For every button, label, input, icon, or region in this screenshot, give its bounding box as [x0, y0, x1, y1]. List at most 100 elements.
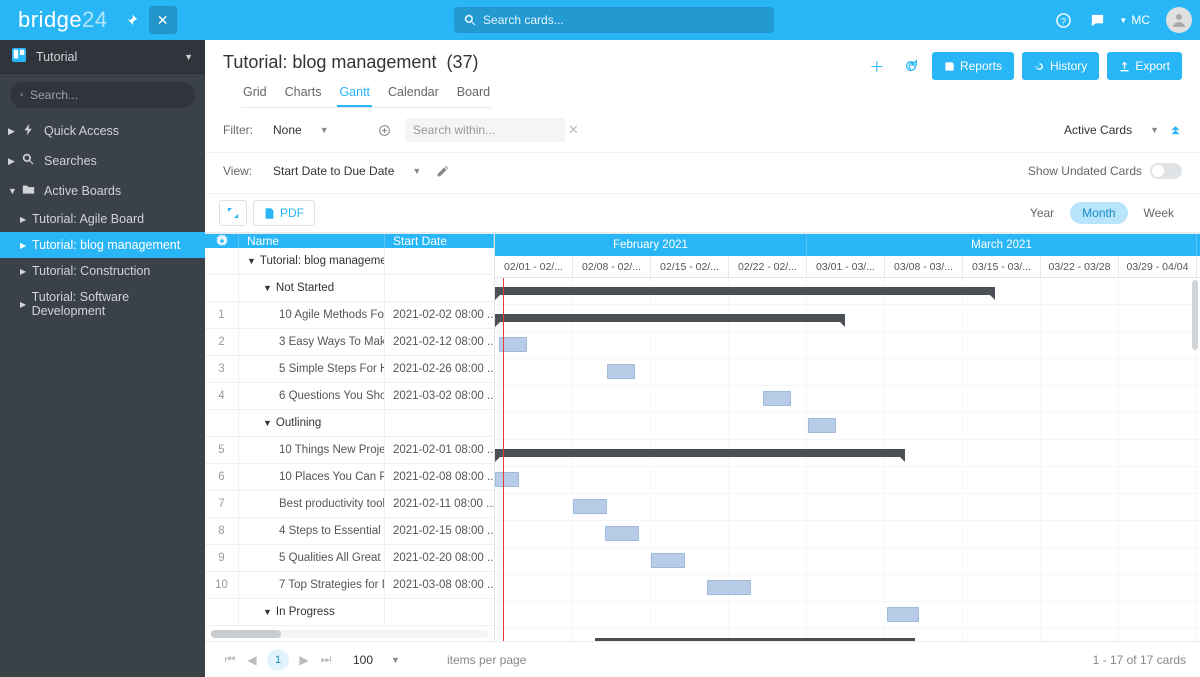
pager-first[interactable]: ⏮	[219, 649, 241, 671]
add-button[interactable]: ＋	[864, 53, 890, 79]
sidebar-group-1[interactable]: ▶Searches	[0, 146, 205, 176]
view-select[interactable]: Start Date to Due Date▼	[273, 159, 421, 183]
sidebar-board-3[interactable]: ▶Tutorial: Software Development	[0, 284, 205, 324]
task-bar[interactable]	[495, 472, 519, 487]
gantt-group-row[interactable]: ▼Not Started	[205, 275, 494, 302]
gantt-task-row[interactable]: 107 Top Strategies for D...2021-03-08 08…	[205, 572, 494, 599]
gantt-timeline-row[interactable]	[495, 359, 1200, 386]
gantt-group-row[interactable]: ▼In Progress	[205, 599, 494, 626]
gantt-timeline-row[interactable]	[495, 602, 1200, 629]
search-within[interactable]: ✕	[405, 118, 565, 142]
gantt-timeline-row[interactable]	[495, 278, 1200, 305]
pager-current[interactable]: 1	[267, 649, 289, 671]
add-filter-icon[interactable]	[373, 119, 395, 141]
gantt-timeline-row[interactable]	[495, 548, 1200, 575]
pager-prev[interactable]: ◀	[241, 649, 263, 671]
gantt-timeline-row[interactable]	[495, 386, 1200, 413]
collapse-panel-icon[interactable]	[1169, 122, 1182, 138]
tab-gantt[interactable]: Gantt	[337, 79, 372, 107]
tab-board[interactable]: Board	[455, 79, 492, 107]
task-bar[interactable]	[607, 364, 635, 379]
sidebar-group-0[interactable]: ▶Quick Access	[0, 116, 205, 146]
pager: ⏮ ◀ 1 ▶ ⏭ 100▼ items per page 1 - 17 of …	[205, 641, 1200, 677]
gantt-timeline-row[interactable]	[495, 575, 1200, 602]
gantt-group-row[interactable]: ▼Tutorial: blog management	[205, 248, 494, 275]
gantt-task-row[interactable]: 7Best productivity tool...2021-02-11 08:…	[205, 491, 494, 518]
pager-last[interactable]: ⏭	[315, 649, 337, 671]
fullscreen-button[interactable]	[219, 200, 247, 226]
global-search-input[interactable]	[483, 13, 764, 27]
search-within-input[interactable]	[413, 123, 568, 137]
zoom-month[interactable]: Month	[1070, 202, 1127, 224]
gantt-timeline-row[interactable]	[495, 521, 1200, 548]
export-button[interactable]: Export	[1107, 52, 1182, 80]
vertical-scrollbar[interactable]	[1192, 280, 1198, 350]
task-bar[interactable]	[573, 499, 607, 514]
start-date-column-header[interactable]: Start Date	[385, 234, 494, 248]
gantt-timeline-row[interactable]	[495, 467, 1200, 494]
week-header: 02/15 - 02/...	[651, 256, 729, 277]
gantt-task-row[interactable]: 46 Questions You Sho...2021-03-02 08:00 …	[205, 383, 494, 410]
gantt-task-row[interactable]: 35 Simple Steps For H...2021-02-26 08:00…	[205, 356, 494, 383]
tab-grid[interactable]: Grid	[241, 79, 269, 107]
gantt-task-row[interactable]: 95 Qualities All Great L...2021-02-20 08…	[205, 545, 494, 572]
pager-next[interactable]: ▶	[293, 649, 315, 671]
week-header: 02/01 - 02/...	[495, 256, 573, 277]
week-header: 03/29 - 04/04	[1119, 256, 1197, 277]
pin-icon[interactable]	[118, 6, 146, 34]
pdf-button[interactable]: PDF	[253, 200, 315, 226]
sidebar-board-0[interactable]: ▶Tutorial: Agile Board	[0, 206, 205, 232]
gantt-timeline-row[interactable]	[495, 440, 1200, 467]
settings-column[interactable]	[205, 234, 239, 248]
workspace-selector[interactable]: Tutorial ▼	[0, 40, 205, 74]
today-line	[503, 278, 504, 641]
left-horizontal-scrollbar[interactable]	[211, 630, 488, 638]
task-bar[interactable]	[763, 391, 791, 406]
edit-view-icon[interactable]	[431, 160, 453, 182]
undated-toggle[interactable]	[1150, 163, 1182, 179]
gantt-timeline-row[interactable]	[495, 494, 1200, 521]
task-bar[interactable]	[651, 553, 685, 568]
user-menu[interactable]: ▼MC	[1119, 13, 1150, 27]
sidebar-board-2[interactable]: ▶Tutorial: Construction	[0, 258, 205, 284]
sidebar-board-1[interactable]: ▶Tutorial: blog management	[0, 232, 205, 258]
week-header: 03/01 - 03/...	[807, 256, 885, 277]
task-bar[interactable]	[707, 580, 751, 595]
gantt-group-row[interactable]: ▼Outlining	[205, 410, 494, 437]
sidebar-group-2[interactable]: ▼Active Boards	[0, 176, 205, 206]
gantt-timeline-row[interactable]	[495, 305, 1200, 332]
gantt-task-row[interactable]: 610 Places You Can Pr...2021-02-08 08:00…	[205, 464, 494, 491]
refresh-button[interactable]	[898, 53, 924, 79]
view-label: View:	[223, 164, 263, 178]
zoom-year[interactable]: Year	[1018, 202, 1066, 224]
clear-search-icon[interactable]: ✕	[568, 122, 579, 138]
card-state-select[interactable]: Active Cards▼	[1064, 118, 1159, 142]
gantt-task-row[interactable]: 510 Things New Projec...2021-02-01 08:00…	[205, 437, 494, 464]
filter-select[interactable]: None▼	[273, 118, 363, 142]
gantt-task-row[interactable]: 84 Steps to Essential t...2021-02-15 08:…	[205, 518, 494, 545]
gantt-timeline-row[interactable]	[495, 332, 1200, 359]
name-column-header[interactable]: Name	[239, 234, 385, 248]
gantt-timeline-row[interactable]	[495, 413, 1200, 440]
help-icon[interactable]: ?	[1051, 8, 1075, 32]
avatar[interactable]	[1166, 7, 1192, 33]
gantt-task-row[interactable]: 23 Easy Ways To Make...2021-02-12 08:00 …	[205, 329, 494, 356]
chat-icon[interactable]	[1085, 8, 1109, 32]
sidebar-search[interactable]	[10, 82, 195, 108]
task-bar[interactable]	[605, 526, 639, 541]
task-bar[interactable]	[808, 418, 836, 433]
global-search[interactable]	[454, 7, 774, 33]
tab-charts[interactable]: Charts	[283, 79, 324, 107]
pagesize-select[interactable]: 100▼	[353, 648, 443, 672]
gantt-task-row[interactable]: 110 Agile Methods For ...2021-02-02 08:0…	[205, 302, 494, 329]
reports-button[interactable]: Reports	[932, 52, 1014, 80]
tab-calendar[interactable]: Calendar	[386, 79, 441, 107]
topbar-right: ? ▼MC	[1051, 7, 1192, 33]
sidebar-search-input[interactable]	[30, 88, 185, 102]
task-bar[interactable]	[887, 607, 919, 622]
zoom-week[interactable]: Week	[1132, 202, 1186, 224]
undated-label: Show Undated Cards	[1028, 164, 1142, 178]
collapse-sidebar-icon[interactable]: ✕	[149, 6, 177, 34]
gantt-timeline-row[interactable]	[495, 629, 1200, 641]
history-button[interactable]: History	[1022, 52, 1099, 80]
